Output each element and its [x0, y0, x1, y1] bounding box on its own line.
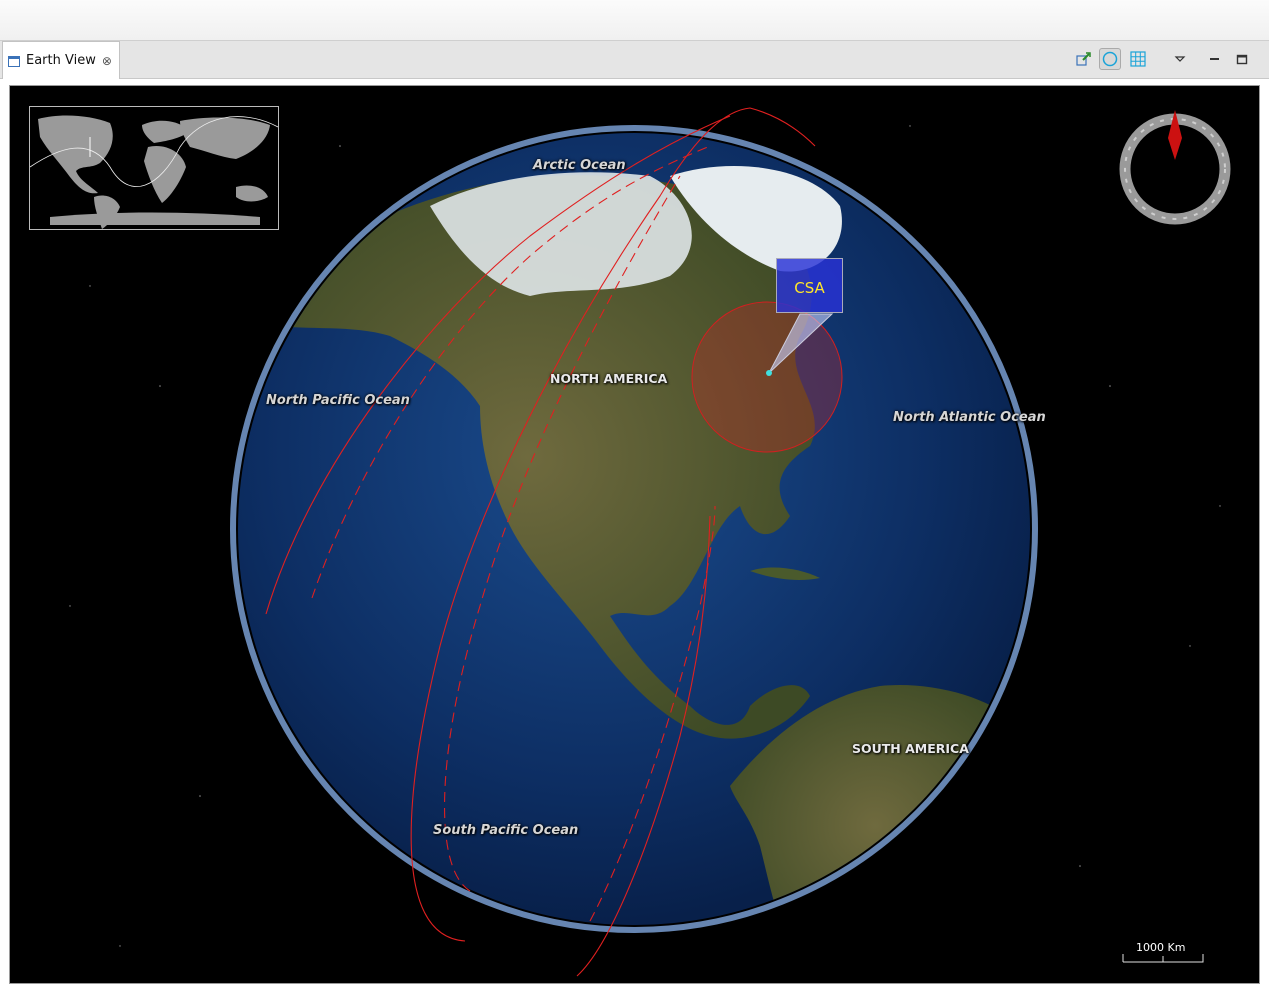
tab-earth-view[interactable]: Earth View ⊗ [2, 41, 120, 79]
window-top-band [0, 0, 1269, 41]
world-minimap[interactable] [29, 106, 279, 230]
label-north-pacific-ocean: North Pacific Ocean [266, 393, 410, 408]
grid-view-icon [1130, 51, 1146, 67]
pin-button[interactable] [1072, 48, 1094, 70]
view-menu-button[interactable] [1169, 48, 1191, 70]
label-north-atlantic-ocean: North Atlantic Ocean [893, 410, 1046, 425]
compass-icon[interactable] [1119, 110, 1231, 225]
view-menu-icon [1174, 56, 1186, 62]
globe-view-icon [1102, 51, 1118, 67]
label-arctic-ocean: Arctic Ocean [533, 158, 626, 173]
tab-label: Earth View [26, 53, 96, 68]
window-icon [8, 56, 20, 67]
minimize-button[interactable] [1203, 48, 1225, 70]
grid-view-button[interactable] [1127, 48, 1149, 70]
label-south-america: SOUTH AMERICA [852, 741, 969, 756]
station-marker[interactable] [766, 370, 772, 376]
earth-viewport[interactable]: Arctic Ocean North Pacific Ocean North A… [9, 85, 1260, 984]
station-label-box[interactable]: CSA [776, 258, 843, 313]
label-south-pacific-ocean: South Pacific Ocean [433, 823, 579, 838]
station-label: CSA [794, 279, 825, 297]
pin-icon [1076, 52, 1091, 66]
scale-bar [1122, 954, 1204, 963]
maximize-icon [1236, 54, 1248, 65]
label-north-america: NORTH AMERICA [550, 371, 668, 386]
close-icon[interactable]: ⊗ [102, 54, 112, 68]
minimize-icon [1210, 58, 1219, 60]
globe-view-button[interactable] [1099, 48, 1121, 70]
scale-label: 1000 Km [1136, 941, 1186, 954]
maximize-button[interactable] [1231, 48, 1253, 70]
